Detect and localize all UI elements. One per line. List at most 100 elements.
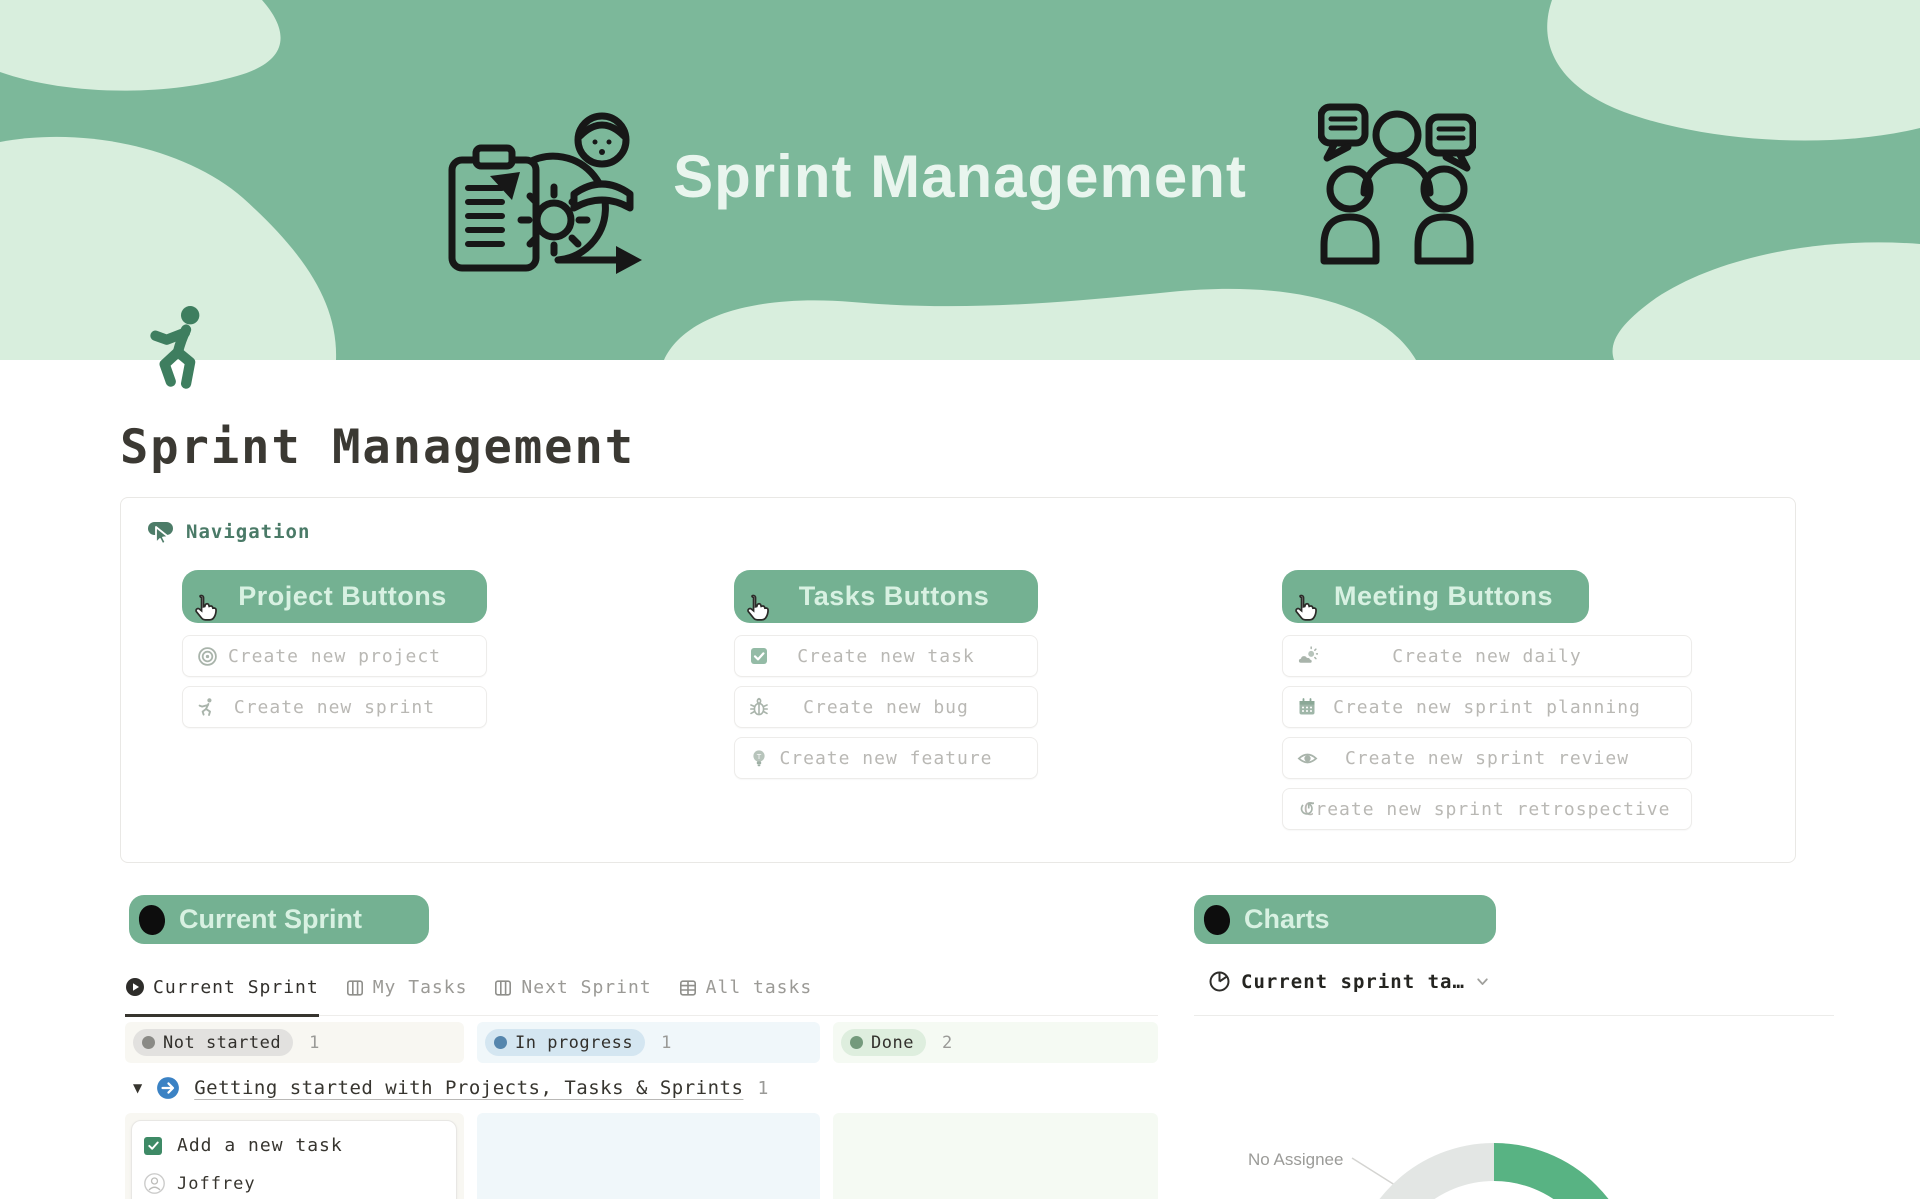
task-title: Add a new task bbox=[177, 1135, 343, 1156]
hand-cursor-icon bbox=[742, 593, 772, 625]
collapse-toggle[interactable]: ▼ bbox=[133, 1081, 142, 1095]
meeting-buttons-group: Meeting Buttons Create new daily Create … bbox=[1282, 570, 1692, 839]
chart-selector-label: Current sprint ta… bbox=[1241, 971, 1465, 993]
view-tabs: Current Sprint My Tasks Next Sprint All … bbox=[125, 972, 1158, 1016]
hand-cursor-icon bbox=[1290, 593, 1320, 625]
create-new-daily-button[interactable]: Create new daily bbox=[1282, 635, 1692, 677]
button-label: Create new sprint planning bbox=[1333, 697, 1641, 718]
create-new-bug-button[interactable]: Create new bug bbox=[734, 686, 1038, 728]
tab-label: Next Sprint bbox=[521, 977, 651, 998]
tasks-buttons-group: Tasks Buttons Create new task Create new… bbox=[734, 570, 1038, 788]
button-label: Create new daily bbox=[1392, 646, 1581, 667]
status-pill-in-progress[interactable]: In progress bbox=[485, 1029, 645, 1056]
button-label: Create new sprint bbox=[234, 697, 435, 718]
tab-current-sprint[interactable]: Current Sprint bbox=[125, 972, 319, 1017]
page-cover-banner: Sprint Management bbox=[0, 0, 1920, 360]
status-label: Done bbox=[871, 1033, 914, 1053]
charts-divider bbox=[1194, 1015, 1834, 1016]
button-label: Create new task bbox=[797, 646, 975, 667]
team-meeting-icon bbox=[1318, 95, 1476, 265]
tab-label: Current Sprint bbox=[153, 977, 319, 998]
sun-cloud-icon bbox=[1296, 645, 1318, 667]
board-icon bbox=[493, 978, 513, 998]
task-card[interactable]: Add a new task Joffrey bbox=[131, 1120, 457, 1199]
button-label: Create new feature bbox=[779, 748, 992, 769]
charts-title: Charts bbox=[1244, 904, 1330, 935]
play-circle-icon bbox=[125, 977, 145, 997]
pie-chart-icon bbox=[1208, 970, 1231, 993]
checked-checkbox-icon bbox=[748, 645, 770, 667]
meeting-buttons-label: Meeting Buttons bbox=[1318, 581, 1553, 612]
undo-arrow-icon: ↺ bbox=[1296, 798, 1318, 820]
column-done-header: Done 2 bbox=[833, 1022, 1158, 1063]
button-label: Create new project bbox=[228, 646, 441, 667]
bug-icon bbox=[748, 696, 770, 718]
create-new-project-button[interactable]: Create new project bbox=[182, 635, 487, 677]
page-icon-runner[interactable] bbox=[148, 304, 216, 400]
target-icon bbox=[196, 645, 218, 667]
cursor-click-icon bbox=[147, 518, 174, 545]
create-new-sprint-planning-button[interactable]: Create new sprint planning bbox=[1282, 686, 1692, 728]
meeting-buttons-toggle[interactable]: Meeting Buttons bbox=[1282, 570, 1589, 623]
eye-icon bbox=[1296, 747, 1318, 769]
tab-next-sprint[interactable]: Next Sprint bbox=[493, 972, 651, 1015]
hand-cursor-icon bbox=[190, 593, 220, 625]
status-pill-done[interactable]: Done bbox=[841, 1029, 926, 1056]
tab-label: My Tasks bbox=[373, 977, 468, 998]
create-new-sprint-retrospective-button[interactable]: ↺ Create new sprint retrospective bbox=[1282, 788, 1692, 830]
create-new-sprint-review-button[interactable]: Create new sprint review bbox=[1282, 737, 1692, 779]
column-count: 1 bbox=[661, 1033, 671, 1053]
runner-icon bbox=[196, 696, 218, 718]
navigation-callout: Navigation Project Buttons Create new pr… bbox=[120, 497, 1796, 863]
charts-section-toggle[interactable]: Charts bbox=[1194, 895, 1496, 944]
sprint-management-page: Sprint Management bbox=[0, 0, 1920, 1199]
status-label: Not started bbox=[163, 1033, 281, 1053]
task-checkbox-checked[interactable] bbox=[144, 1137, 162, 1155]
tab-label: All tasks bbox=[706, 977, 813, 998]
current-sprint-section-toggle[interactable]: Current Sprint bbox=[129, 895, 429, 944]
create-new-feature-button[interactable]: T Create new feature bbox=[734, 737, 1038, 779]
table-icon bbox=[678, 978, 698, 998]
banner-title: Sprint Management bbox=[0, 142, 1920, 211]
column-not-started-body: Add a new task Joffrey bbox=[125, 1113, 464, 1199]
project-buttons-toggle[interactable]: Project Buttons bbox=[182, 570, 487, 623]
button-label: Create new sprint retrospective bbox=[1304, 799, 1671, 820]
chart-selector-dropdown[interactable]: Current sprint ta… bbox=[1208, 970, 1490, 993]
status-dot bbox=[850, 1036, 863, 1049]
page-title: Sprint Management bbox=[120, 420, 635, 475]
sprint-arrow-circle-icon bbox=[156, 1076, 180, 1100]
tab-my-tasks[interactable]: My Tasks bbox=[345, 972, 468, 1015]
column-count: 2 bbox=[942, 1033, 952, 1053]
button-label: Create new sprint review bbox=[1345, 748, 1629, 769]
navigation-header: Navigation bbox=[147, 518, 310, 545]
donut-chart[interactable] bbox=[1200, 1130, 1720, 1199]
black-dot-icon bbox=[138, 903, 167, 935]
column-count: 1 bbox=[309, 1033, 319, 1053]
status-dot bbox=[494, 1036, 507, 1049]
column-in-progress-header: In progress 1 bbox=[477, 1022, 820, 1063]
column-done-body bbox=[833, 1113, 1158, 1199]
status-pill-not-started[interactable]: Not started bbox=[133, 1029, 293, 1056]
avatar-icon bbox=[144, 1173, 165, 1194]
black-dot-icon bbox=[1203, 903, 1232, 935]
status-dot bbox=[142, 1036, 155, 1049]
navigation-title: Navigation bbox=[186, 521, 310, 543]
tasks-buttons-toggle[interactable]: Tasks Buttons bbox=[734, 570, 1038, 623]
sprint-group-link[interactable]: Getting started with Projects, Tasks & S… bbox=[194, 1077, 743, 1099]
chevron-down-icon bbox=[1475, 974, 1490, 989]
status-label: In progress bbox=[515, 1033, 633, 1053]
tasks-buttons-label: Tasks Buttons bbox=[783, 581, 990, 612]
column-in-progress-body bbox=[477, 1113, 820, 1199]
board-icon bbox=[345, 978, 365, 998]
create-new-sprint-button[interactable]: Create new sprint bbox=[182, 686, 487, 728]
task-assignee: Joffrey bbox=[177, 1174, 256, 1194]
tab-all-tasks[interactable]: All tasks bbox=[678, 972, 813, 1015]
column-not-started-header: Not started 1 bbox=[125, 1022, 464, 1063]
project-buttons-group: Project Buttons Create new project Creat… bbox=[182, 570, 487, 737]
lightbulb-icon: T bbox=[748, 747, 770, 769]
sprint-group-count: 1 bbox=[757, 1078, 768, 1099]
project-buttons-label: Project Buttons bbox=[222, 581, 447, 612]
calendar-icon bbox=[1296, 696, 1318, 718]
button-label: Create new bug bbox=[803, 697, 969, 718]
create-new-task-button[interactable]: Create new task bbox=[734, 635, 1038, 677]
